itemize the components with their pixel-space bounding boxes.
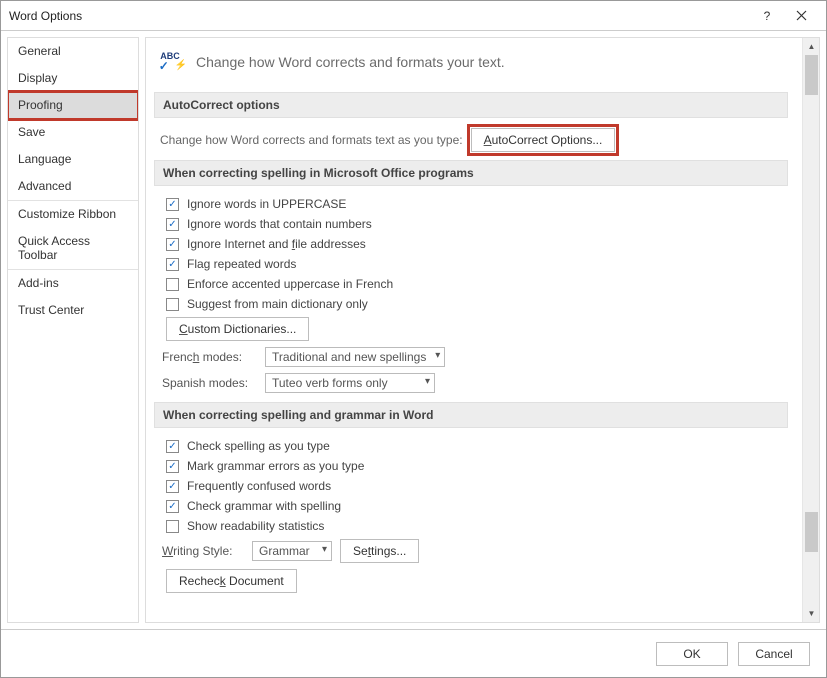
check-show-readability[interactable]: Show readability statistics xyxy=(160,516,788,536)
spanish-modes-row: Spanish modes: Tuteo verb forms only xyxy=(160,370,788,396)
checkbox-icon xyxy=(166,440,179,453)
proofing-icon: ABC ✓⚡ xyxy=(154,48,186,76)
check-label: Frequently confused words xyxy=(187,479,331,493)
check-label: Flag repeated words xyxy=(187,257,296,271)
checkbox-icon xyxy=(166,258,179,271)
autocorrect-desc: Change how Word corrects and formats tex… xyxy=(160,133,463,147)
scroll-down-icon[interactable]: ▼ xyxy=(803,605,820,622)
sidebar-item-label: Quick Access Toolbar xyxy=(18,234,90,262)
sidebar-item-label: Trust Center xyxy=(18,303,84,317)
writing-style-row: Writing Style: Grammar Settings... xyxy=(160,536,788,566)
section-autocorrect-head: AutoCorrect options xyxy=(154,92,788,118)
writing-style-label: Writing Style: xyxy=(162,544,244,558)
sidebar-item-quick-access-toolbar[interactable]: Quick Access Toolbar xyxy=(8,228,138,269)
check-label: Check grammar with spelling xyxy=(187,499,341,513)
autocorrect-options-button[interactable]: AutoCorrect Options... xyxy=(471,128,616,152)
spanish-modes-label: Spanish modes: xyxy=(162,376,257,390)
checkbox-icon xyxy=(166,298,179,311)
autocorrect-row: Change how Word corrects and formats tex… xyxy=(154,126,788,154)
section-spelling-office-head: When correcting spelling in Microsoft Of… xyxy=(154,160,788,186)
checkbox-icon xyxy=(166,278,179,291)
check-ignore-uppercase[interactable]: Ignore words in UPPERCASE xyxy=(160,194,788,214)
checkbox-icon xyxy=(166,238,179,251)
main-area: General Display Proofing Save Language A… xyxy=(1,31,826,629)
sidebar-item-advanced[interactable]: Advanced xyxy=(8,173,138,200)
checkbox-icon xyxy=(166,480,179,493)
window-title: Word Options xyxy=(9,9,750,23)
content-panel: ABC ✓⚡ Change how Word corrects and form… xyxy=(146,38,802,622)
check-ignore-internet[interactable]: Ignore Internet and file addresses xyxy=(160,234,788,254)
spelling-word-group: Check spelling as you type Mark grammar … xyxy=(160,436,788,596)
french-modes-row: French modes: Traditional and new spelli… xyxy=(160,344,788,370)
close-button[interactable] xyxy=(784,1,818,31)
footer: OK Cancel xyxy=(1,629,826,677)
check-grammar-with-spelling[interactable]: Check grammar with spelling xyxy=(160,496,788,516)
checkbox-icon xyxy=(166,218,179,231)
check-flag-repeated[interactable]: Flag repeated words xyxy=(160,254,788,274)
custom-dict-row: Custom Dictionaries... xyxy=(160,314,788,344)
section-spelling-word-head: When correcting spelling and grammar in … xyxy=(154,402,788,428)
sidebar-item-label: Proofing xyxy=(18,98,63,112)
checkbox-icon xyxy=(166,500,179,513)
custom-dictionaries-button[interactable]: Custom Dictionaries... xyxy=(166,317,309,341)
check-label: Ignore Internet and file addresses xyxy=(187,237,366,251)
scroll-thumb-lower[interactable] xyxy=(805,512,818,552)
check-enforce-accented[interactable]: Enforce accented uppercase in French xyxy=(160,274,788,294)
check-label: Mark grammar errors as you type xyxy=(187,459,364,473)
sidebar-item-label: Customize Ribbon xyxy=(18,207,116,221)
french-modes-dropdown[interactable]: Traditional and new spellings xyxy=(265,347,445,367)
check-suggest-main-dict[interactable]: Suggest from main dictionary only xyxy=(160,294,788,314)
check-grammar-as-you-type[interactable]: Mark grammar errors as you type xyxy=(160,456,788,476)
sidebar-item-display[interactable]: Display xyxy=(8,65,138,92)
help-button[interactable]: ? xyxy=(750,1,784,31)
sidebar-item-language[interactable]: Language xyxy=(8,146,138,173)
ok-button[interactable]: OK xyxy=(656,642,728,666)
check-label: Ignore words in UPPERCASE xyxy=(187,197,346,211)
writing-style-dropdown[interactable]: Grammar xyxy=(252,541,332,561)
check-label: Show readability statistics xyxy=(187,519,324,533)
cancel-button[interactable]: Cancel xyxy=(738,642,810,666)
sidebar-item-general[interactable]: General xyxy=(8,38,138,65)
sidebar-item-trust-center[interactable]: Trust Center xyxy=(8,297,138,324)
scroll-thumb[interactable] xyxy=(805,55,818,95)
settings-button[interactable]: Settings... xyxy=(340,539,419,563)
scrollbar[interactable]: ▲ ▼ xyxy=(802,38,819,622)
recheck-document-button[interactable]: Recheck Document xyxy=(166,569,297,593)
checkbox-icon xyxy=(166,460,179,473)
sidebar-item-label: Language xyxy=(18,152,71,166)
sidebar: General Display Proofing Save Language A… xyxy=(7,37,139,623)
sidebar-item-label: Display xyxy=(18,71,57,85)
check-spelling-as-you-type[interactable]: Check spelling as you type xyxy=(160,436,788,456)
sidebar-item-label: Advanced xyxy=(18,179,71,193)
check-label: Suggest from main dictionary only xyxy=(187,297,368,311)
close-icon xyxy=(796,10,807,21)
page-header-text: Change how Word corrects and formats you… xyxy=(196,54,505,70)
spanish-modes-dropdown[interactable]: Tuteo verb forms only xyxy=(265,373,435,393)
sidebar-item-customize-ribbon[interactable]: Customize Ribbon xyxy=(8,200,138,228)
sidebar-item-add-ins[interactable]: Add-ins xyxy=(8,269,138,297)
sidebar-item-label: Add-ins xyxy=(18,276,59,290)
recheck-row: Recheck Document xyxy=(160,566,788,596)
sidebar-item-proofing[interactable]: Proofing xyxy=(8,92,138,119)
check-label: Enforce accented uppercase in French xyxy=(187,277,393,291)
sidebar-item-label: General xyxy=(18,44,61,58)
autocorrect-options-button-label: utoCorrect Options... xyxy=(492,133,603,147)
check-frequently-confused[interactable]: Frequently confused words xyxy=(160,476,788,496)
spelling-office-group: Ignore words in UPPERCASE Ignore words t… xyxy=(160,194,788,396)
scroll-up-icon[interactable]: ▲ xyxy=(803,38,820,55)
checkbox-icon xyxy=(166,198,179,211)
content-wrap: ABC ✓⚡ Change how Word corrects and form… xyxy=(145,37,820,623)
check-ignore-numbers[interactable]: Ignore words that contain numbers xyxy=(160,214,788,234)
page-header: ABC ✓⚡ Change how Word corrects and form… xyxy=(154,42,788,86)
sidebar-item-save[interactable]: Save xyxy=(8,119,138,146)
titlebar: Word Options ? xyxy=(1,1,826,31)
sidebar-item-label: Save xyxy=(18,125,45,139)
check-label: Ignore words that contain numbers xyxy=(187,217,372,231)
check-label: Check spelling as you type xyxy=(187,439,330,453)
checkbox-icon xyxy=(166,520,179,533)
french-modes-label: French modes: xyxy=(162,350,257,364)
